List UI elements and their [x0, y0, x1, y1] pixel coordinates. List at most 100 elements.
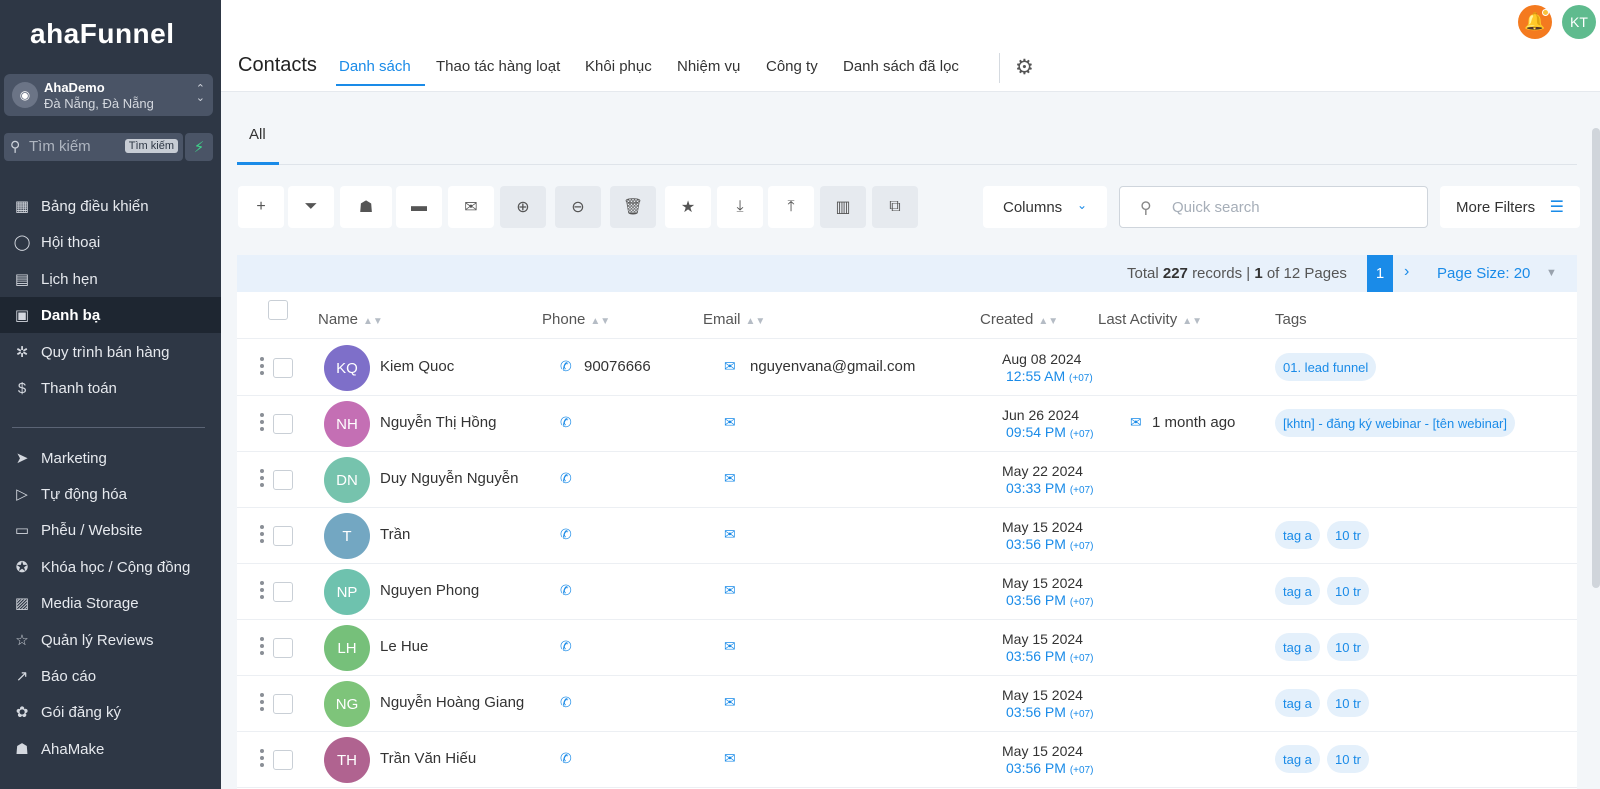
column-header-phone[interactable]: Phone ▲▼ — [542, 311, 610, 328]
drag-handle-icon[interactable] — [260, 693, 266, 714]
quick-action-button[interactable]: ⚡ — [185, 133, 213, 161]
sidebar-item[interactable]: ▭ Phễu / Website — [0, 512, 221, 548]
tab-filtered-lists[interactable]: Danh sách đã lọc — [843, 58, 959, 75]
table-row[interactable]: NH Nguyễn Thị Hồng ✆ ✉ Jun 26 2024 09:54 PM (… — [237, 396, 1577, 452]
phone-icon[interactable]: ✆ — [560, 638, 572, 655]
contact-name[interactable]: Nguyễn Thị Hồng — [380, 414, 496, 431]
tag-pill[interactable]: tag a — [1275, 577, 1320, 605]
sidebar-item[interactable]: ◯ Hội thoại — [0, 224, 221, 260]
email-button[interactable]: ✉ — [448, 186, 494, 228]
row-checkbox[interactable] — [273, 750, 293, 770]
gear-icon[interactable]: ⚙ — [1015, 55, 1034, 80]
email-icon[interactable]: ✉ — [724, 358, 736, 375]
phone-icon[interactable]: ✆ — [560, 526, 572, 543]
table-row[interactable]: NP Nguyen Phong ✆ ✉ May 15 2024 03:56 PM (+07… — [237, 564, 1577, 620]
quick-search-input[interactable]: ⚲ Quick search — [1119, 186, 1428, 228]
sidebar-item[interactable]: ☗ AhaMake — [0, 731, 221, 767]
download-button[interactable]: ⤓ — [717, 186, 763, 228]
vertical-scrollbar[interactable] — [1592, 128, 1600, 588]
table-row[interactable]: TH Trần Văn Hiếu ✆ ✉ May 15 2024 03:56 PM (+0… — [237, 732, 1577, 788]
email-icon[interactable]: ✉ — [724, 414, 736, 431]
row-checkbox[interactable] — [273, 414, 293, 434]
sidebar-item[interactable]: ☆ Quản lý Reviews — [0, 622, 221, 658]
sidebar-item[interactable]: ▣ Danh bạ — [0, 297, 221, 333]
column-header-last-activity[interactable]: Last Activity ▲▼ — [1098, 311, 1202, 328]
drag-handle-icon[interactable] — [260, 637, 266, 658]
sidebar-item[interactable]: ✲ Quy trình bán hàng — [0, 334, 221, 370]
tag-pill[interactable]: 10 tr — [1327, 745, 1370, 773]
sidebar-item[interactable]: ▨ Media Storage — [0, 585, 221, 621]
table-row[interactable]: DN Duy Nguyễn Nguyễn ✆ ✉ May 22 2024 03:33 PM… — [237, 452, 1577, 508]
sidebar-item[interactable]: ▦ Bảng điều khiển — [0, 188, 221, 224]
email-icon[interactable]: ✉ — [724, 638, 736, 655]
select-all-checkbox[interactable] — [268, 300, 288, 320]
phone-icon[interactable]: ✆ — [560, 470, 572, 487]
sidebar-item[interactable]: ↗ Báo cáo — [0, 658, 221, 694]
sidebar-item[interactable]: ▤ Lịch hẹn — [0, 261, 221, 297]
contact-name[interactable]: Nguyễn Hoàng Giang — [380, 694, 524, 711]
tab-bulk-actions[interactable]: Thao tác hàng loạt — [436, 58, 560, 75]
tab-danh-sach[interactable]: Danh sách — [339, 58, 411, 75]
tab-company[interactable]: Công ty — [766, 58, 818, 75]
row-checkbox[interactable] — [273, 470, 293, 490]
app-logo[interactable]: ahaFunnel — [30, 18, 175, 50]
contact-name[interactable]: Nguyen Phong — [380, 582, 479, 599]
contact-name[interactable]: Duy Nguyễn Nguyễn — [380, 470, 518, 487]
phone-icon[interactable]: ✆ — [560, 358, 572, 375]
row-checkbox[interactable] — [273, 638, 293, 658]
company-button[interactable]: ▥ — [820, 186, 866, 228]
sidebar-item[interactable]: $ Thanh toán — [0, 370, 221, 406]
tag-pill[interactable]: tag a — [1275, 633, 1320, 661]
contact-name[interactable]: Trần Văn Hiếu — [380, 750, 476, 767]
column-header-created[interactable]: Created ▲▼ — [980, 311, 1058, 328]
table-row[interactable]: KQ Kiem Quoc ✆ 90076666 ✉ nguyenvana@gmail.co… — [237, 340, 1577, 396]
subtab-all[interactable]: All — [249, 126, 266, 143]
user-avatar[interactable]: KT — [1562, 5, 1596, 39]
tab-restore[interactable]: Khôi phục — [585, 58, 652, 75]
contact-name[interactable]: Le Hue — [380, 638, 428, 655]
columns-dropdown[interactable]: Columns ⌄ — [983, 186, 1107, 228]
star-button[interactable]: ★ — [665, 186, 711, 228]
tag-pill[interactable]: tag a — [1275, 689, 1320, 717]
email-icon[interactable]: ✉ — [724, 694, 736, 711]
robot-button[interactable]: ☗ — [340, 186, 392, 228]
column-header-email[interactable]: Email ▲▼ — [703, 311, 765, 328]
drag-handle-icon[interactable] — [260, 749, 266, 770]
phone-icon[interactable]: ✆ — [560, 414, 572, 431]
row-checkbox[interactable] — [273, 526, 293, 546]
drag-handle-icon[interactable] — [260, 357, 266, 378]
row-checkbox[interactable] — [273, 694, 293, 714]
tag-pill[interactable]: 01. lead funnel — [1275, 353, 1377, 381]
tag-pill[interactable]: 10 tr — [1327, 689, 1370, 717]
filter-button[interactable]: ⏷ — [288, 186, 334, 228]
page-1-button[interactable]: 1 — [1367, 255, 1393, 292]
drag-handle-icon[interactable] — [260, 581, 266, 602]
column-header-name[interactable]: Name ▲▼ — [318, 311, 383, 328]
sidebar-item[interactable]: ➤ Marketing — [0, 440, 221, 476]
merge-button[interactable]: ⧉ — [872, 186, 918, 228]
row-checkbox[interactable] — [273, 582, 293, 602]
account-switcher[interactable]: ◉ AhaDemo Đà Nẵng, Đà Nẵng ⌃ ⌄ — [4, 74, 213, 116]
drag-handle-icon[interactable] — [260, 525, 266, 546]
email-icon[interactable]: ✉ — [724, 582, 736, 599]
phone-icon[interactable]: ✆ — [560, 750, 572, 767]
sidebar-search[interactable]: ⚲ Tìm kiếm Tìm kiếm — [4, 133, 183, 161]
row-checkbox[interactable] — [273, 358, 293, 378]
phone-icon[interactable]: ✆ — [560, 582, 572, 599]
tag-pill[interactable]: 10 tr — [1327, 521, 1370, 549]
contact-name[interactable]: Trần — [380, 526, 410, 543]
contact-name[interactable]: Kiem Quoc — [380, 358, 454, 375]
table-row[interactable]: T Trần ✆ ✉ May 15 2024 03:56 PM (+07) tag a 10 … — [237, 508, 1577, 564]
tag-pill[interactable]: 10 tr — [1327, 633, 1370, 661]
remove-tag-button[interactable]: ⊖ — [555, 186, 601, 228]
email-icon[interactable]: ✉ — [724, 750, 736, 767]
add-button[interactable]: + — [238, 186, 284, 228]
table-row[interactable]: LH Le Hue ✆ ✉ May 15 2024 03:56 PM (+07) tag a… — [237, 620, 1577, 676]
tag-pill[interactable]: 10 tr — [1327, 577, 1370, 605]
sidebar-item[interactable]: ▷ Tự động hóa — [0, 476, 221, 512]
sidebar-item[interactable]: ✪ Khóa học / Cộng đồng — [0, 549, 221, 585]
delete-button[interactable]: 🗑 — [610, 186, 656, 228]
add-tag-button[interactable]: ⊕ — [500, 186, 546, 228]
drag-handle-icon[interactable] — [260, 469, 266, 490]
table-row[interactable]: NG Nguyễn Hoàng Giang ✆ ✉ May 15 2024 03:56 P… — [237, 676, 1577, 732]
